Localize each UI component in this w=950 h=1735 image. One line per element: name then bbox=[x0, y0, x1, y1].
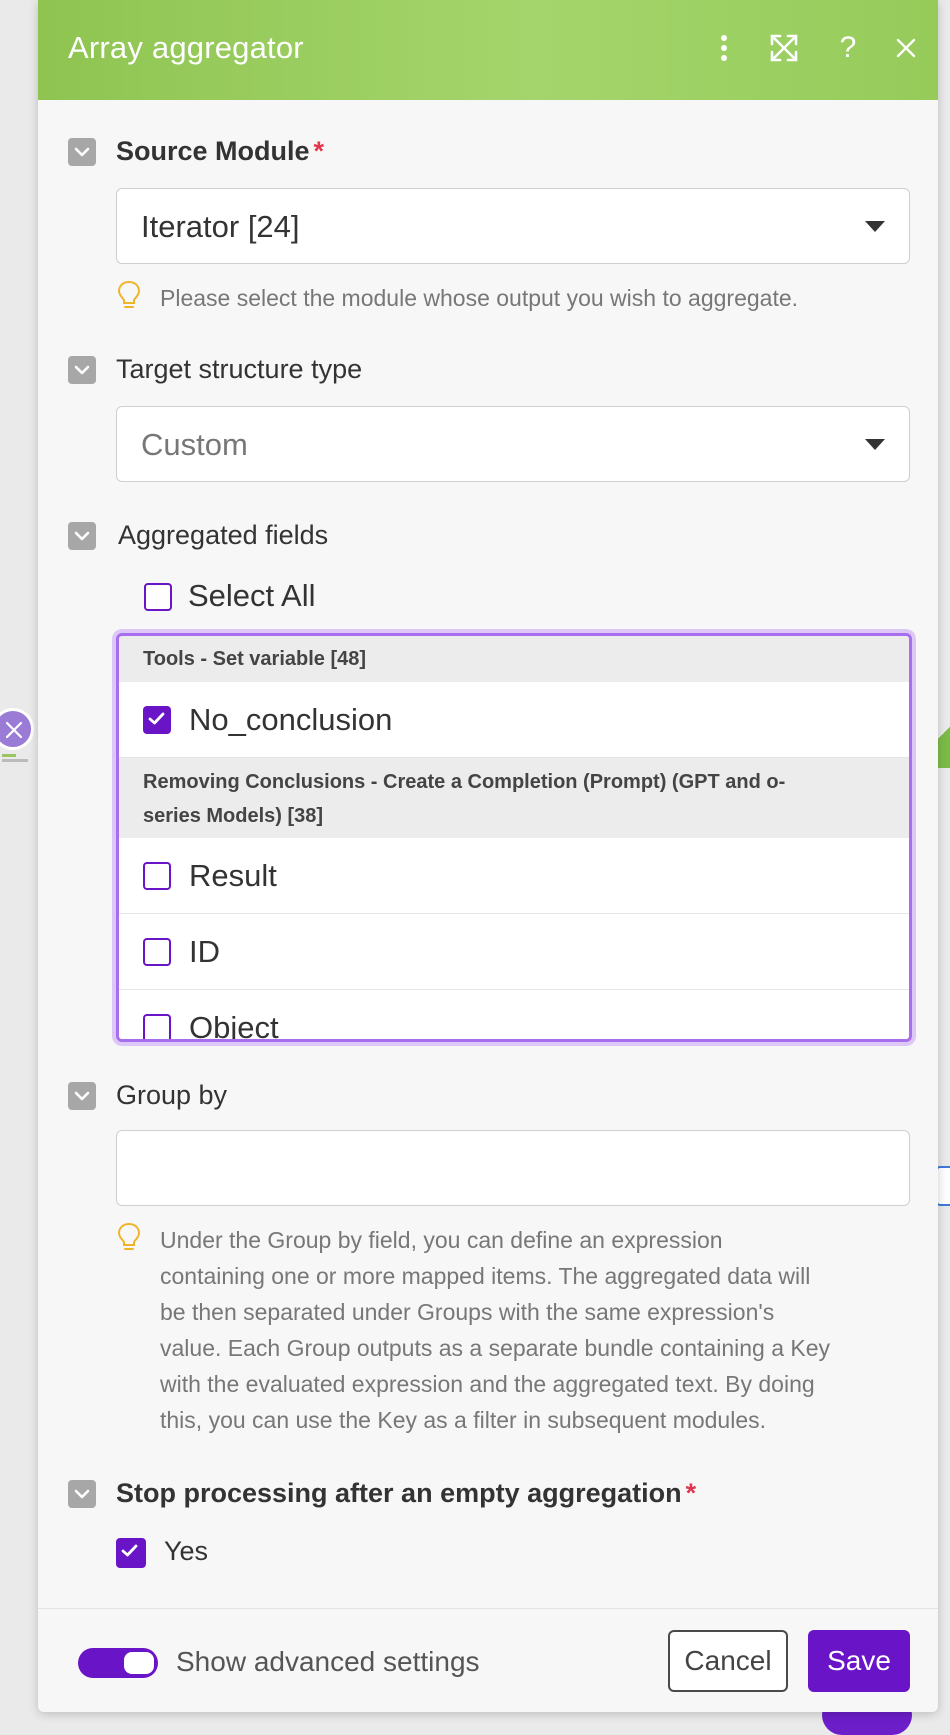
no-conclusion-label: No_conclusion bbox=[189, 702, 393, 737]
source-module-label: Source Module * bbox=[116, 136, 325, 166]
background-module-caption bbox=[2, 754, 32, 764]
no-conclusion-checkbox[interactable] bbox=[143, 706, 171, 734]
list-item-id[interactable]: ID bbox=[119, 914, 909, 990]
group-by-hint-line: value. Each Group outputs as a separate … bbox=[160, 1335, 831, 1361]
footer-divider bbox=[38, 1608, 938, 1609]
save-button[interactable]: Save bbox=[808, 1630, 910, 1692]
close-icon[interactable] bbox=[888, 30, 924, 66]
group-by-hint-line: with the evaluated expression and the ag… bbox=[160, 1371, 815, 1397]
group-by-hint-line: containing one or more mapped items. The… bbox=[160, 1263, 811, 1289]
dialog-header: Array aggregator ? bbox=[38, 0, 938, 100]
group-header-line-1: Removing Conclusions - Create a Completi… bbox=[143, 771, 786, 793]
dialog-title: Array aggregator bbox=[68, 30, 304, 65]
list-item-result[interactable]: Result bbox=[119, 838, 909, 914]
stop-processing-yes-checkbox[interactable] bbox=[116, 1538, 146, 1568]
object-label: Object bbox=[189, 1010, 279, 1042]
source-module-value: Iterator [24] bbox=[141, 209, 300, 244]
array-aggregator-dialog: Array aggregator ? Source Module * Iterat… bbox=[38, 0, 938, 1712]
stop-processing-collapse-toggle[interactable] bbox=[68, 1480, 96, 1508]
list-item-no-conclusion[interactable]: No_conclusion bbox=[119, 682, 909, 758]
list-item-object[interactable]: Object bbox=[119, 990, 909, 1042]
target-structure-select[interactable]: Custom bbox=[116, 406, 910, 482]
group-by-input[interactable] bbox=[116, 1130, 910, 1206]
chevron-down-icon bbox=[865, 439, 885, 450]
advanced-settings-label: Show advanced settings bbox=[176, 1646, 480, 1677]
lightbulb-icon bbox=[117, 280, 141, 308]
group-by-hint-line: this, you can use the Key as a filter in… bbox=[160, 1407, 767, 1433]
result-checkbox[interactable] bbox=[143, 862, 171, 890]
id-checkbox[interactable] bbox=[143, 938, 171, 966]
target-structure-label: Target structure type bbox=[116, 354, 363, 384]
stop-processing-yes-label: Yes bbox=[164, 1536, 209, 1566]
target-structure-collapse-toggle[interactable] bbox=[68, 356, 96, 384]
help-icon[interactable]: ? bbox=[830, 30, 866, 66]
target-structure-value: Custom bbox=[141, 427, 248, 462]
group-by-hint-line: Under the Group by field, you can define… bbox=[160, 1227, 723, 1253]
required-asterisk: * bbox=[313, 136, 325, 166]
background-document-module-icon bbox=[936, 1166, 950, 1206]
cancel-button[interactable]: Cancel bbox=[668, 1630, 788, 1692]
group-by-hint: Under the Group by field, you can define… bbox=[160, 1222, 910, 1438]
expand-icon[interactable] bbox=[766, 30, 802, 66]
background-module-edge bbox=[937, 708, 950, 768]
stop-processing-label: Stop processing after an empty aggregati… bbox=[116, 1478, 697, 1508]
background-tools-module-icon bbox=[0, 708, 34, 750]
aggregated-fields-label: Aggregated fields bbox=[118, 520, 329, 550]
source-module-select[interactable]: Iterator [24] bbox=[116, 188, 910, 264]
select-all-checkbox[interactable] bbox=[144, 583, 172, 611]
aggregated-fields-list[interactable]: Tools - Set variable [48] No_conclusion … bbox=[116, 633, 912, 1042]
result-label: Result bbox=[189, 858, 277, 893]
group-by-label: Group by bbox=[116, 1080, 228, 1110]
toggle-knob bbox=[124, 1652, 154, 1674]
group-header-tools-set-variable: Tools - Set variable [48] bbox=[119, 636, 909, 682]
group-header-removing-conclusions: Removing Conclusions - Create a Completi… bbox=[119, 758, 909, 838]
source-module-hint: Please select the module whose output yo… bbox=[160, 285, 799, 311]
chevron-down-icon bbox=[865, 221, 885, 232]
lightbulb-icon bbox=[117, 1222, 141, 1250]
group-by-collapse-toggle[interactable] bbox=[68, 1082, 96, 1110]
id-label: ID bbox=[189, 934, 220, 969]
aggregated-fields-collapse-toggle[interactable] bbox=[68, 522, 96, 550]
required-asterisk: * bbox=[685, 1478, 697, 1508]
group-header-line-2: series Models) [38] bbox=[143, 805, 324, 827]
more-vertical-icon[interactable] bbox=[706, 30, 742, 66]
advanced-settings-toggle[interactable] bbox=[78, 1648, 158, 1678]
source-module-collapse-toggle[interactable] bbox=[68, 138, 96, 166]
object-checkbox[interactable] bbox=[143, 1014, 171, 1039]
group-by-hint-line: be then separated under Groups with the … bbox=[160, 1299, 775, 1325]
select-all-label: Select All bbox=[188, 578, 316, 613]
